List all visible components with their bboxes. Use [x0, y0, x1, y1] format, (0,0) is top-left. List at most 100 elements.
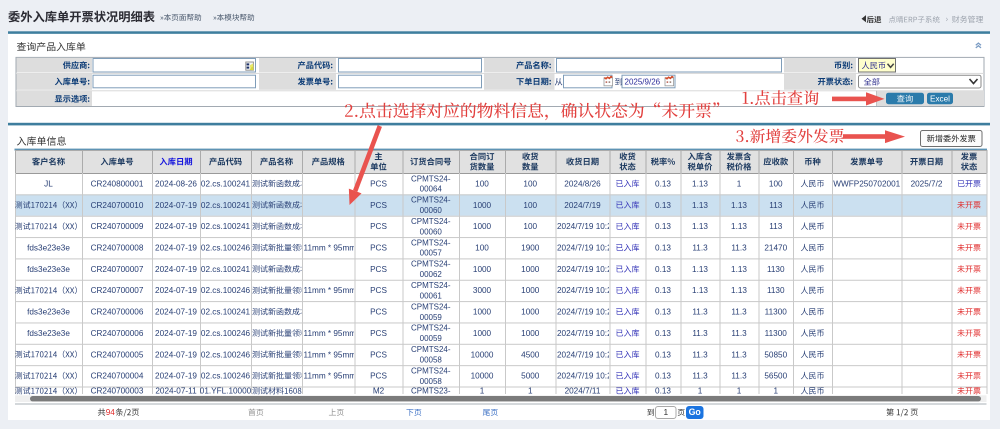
svg-text:02.cs.100241: 02.cs.100241: [201, 308, 251, 317]
svg-text:1000: 1000: [473, 201, 492, 210]
svg-text:11mm * 95mm: 11mm * 95mm: [304, 329, 357, 338]
svg-text:0.13: 0.13: [655, 386, 671, 395]
svg-text:1: 1: [737, 386, 742, 395]
svg-text:4500: 4500: [521, 350, 540, 359]
svg-text:M2: M2: [373, 386, 385, 395]
svg-text:21470: 21470: [764, 244, 787, 253]
svg-text:CR240700010: CR240700010: [91, 201, 144, 210]
svg-text:0.13: 0.13: [655, 350, 671, 359]
svg-text:02.cs.100246: 02.cs.100246: [201, 372, 251, 381]
svg-text:00058: 00058: [420, 355, 443, 364]
svg-text:94: 94: [106, 408, 116, 417]
svg-text:11.3: 11.3: [731, 329, 747, 338]
svg-text:11.3: 11.3: [692, 329, 708, 338]
svg-text:02.cs.100246: 02.cs.100246: [201, 329, 251, 338]
svg-text:CR240700003: CR240700003: [91, 386, 144, 395]
svg-text:CPMTS24-: CPMTS24-: [411, 196, 451, 205]
svg-text:0.13: 0.13: [655, 329, 671, 338]
svg-text:11.3: 11.3: [692, 372, 708, 381]
svg-text:11300: 11300: [765, 329, 788, 338]
svg-text:2024-07-19: 2024-07-19: [155, 329, 197, 338]
svg-text:CR240700005: CR240700005: [91, 350, 144, 359]
svg-text:0.13: 0.13: [655, 372, 671, 381]
svg-text:100: 100: [769, 179, 783, 188]
svg-text:PCS: PCS: [370, 179, 387, 188]
svg-text:1000: 1000: [521, 308, 540, 317]
svg-text:00062: 00062: [420, 270, 443, 279]
svg-text:1: 1: [773, 386, 778, 395]
svg-text:PCS: PCS: [370, 201, 387, 210]
svg-text:11.3: 11.3: [731, 308, 747, 317]
svg-text:2024-07-19: 2024-07-19: [155, 201, 197, 210]
svg-text:1.13: 1.13: [731, 201, 747, 210]
svg-text:2024-07-19: 2024-07-19: [155, 286, 197, 295]
svg-text:2024-07-11: 2024-07-11: [155, 386, 197, 395]
svg-text:1: 1: [737, 179, 742, 188]
svg-text:1.13: 1.13: [692, 201, 708, 210]
svg-text:1130: 1130: [767, 265, 785, 274]
svg-text:100: 100: [523, 201, 537, 210]
svg-text:0.13: 0.13: [655, 308, 671, 317]
svg-text:1000: 1000: [521, 329, 540, 338]
svg-text:PCS: PCS: [370, 265, 387, 274]
svg-text:2024/7/19 10:2: 2024/7/19 10:2: [557, 350, 612, 359]
svg-text:1.13: 1.13: [692, 179, 708, 188]
svg-text:CPMTS24-: CPMTS24-: [411, 260, 451, 269]
svg-text:02.cs.100241: 02.cs.100241: [201, 179, 251, 188]
svg-text:CR240700006: CR240700006: [91, 308, 144, 317]
svg-text:1000: 1000: [521, 286, 540, 295]
svg-text:PCS: PCS: [370, 350, 387, 359]
svg-text:2024-07-19: 2024-07-19: [155, 372, 197, 381]
svg-text:fds3e23e3e: fds3e23e3e: [27, 244, 70, 253]
svg-text:2024-07-19: 2024-07-19: [155, 350, 197, 359]
svg-text:PCS: PCS: [370, 286, 387, 295]
svg-text:2024-08-26: 2024-08-26: [155, 179, 197, 188]
svg-text:02.cs.100246: 02.cs.100246: [201, 244, 251, 253]
svg-text:2024/7/11: 2024/7/11: [565, 386, 601, 395]
svg-text:2024/8/26: 2024/8/26: [564, 179, 601, 188]
svg-text:00059: 00059: [420, 334, 443, 343]
svg-text:PCS: PCS: [370, 372, 387, 381]
svg-text:WWFP250702001: WWFP250702001: [833, 179, 900, 188]
svg-text:5000: 5000: [521, 372, 540, 381]
svg-text:CR240700007: CR240700007: [91, 265, 144, 274]
svg-text:1000: 1000: [473, 308, 492, 317]
svg-text:1: 1: [480, 386, 485, 395]
svg-text:113: 113: [769, 222, 782, 231]
svg-text:00060: 00060: [420, 206, 443, 215]
svg-text:100: 100: [523, 179, 537, 188]
svg-text:2024/7/19 10:2: 2024/7/19 10:2: [557, 286, 612, 295]
svg-text:11mm * 95mm: 11mm * 95mm: [304, 286, 357, 295]
svg-text:CPMTS24-: CPMTS24-: [411, 174, 451, 183]
svg-text:1900: 1900: [521, 244, 540, 253]
svg-text:2024/7/19 10:2: 2024/7/19 10:2: [557, 244, 612, 253]
svg-text:CR240700004: CR240700004: [91, 372, 144, 381]
svg-text:3000: 3000: [473, 286, 492, 295]
svg-text:CPMTS24-: CPMTS24-: [411, 345, 451, 354]
svg-text:0.13: 0.13: [655, 265, 671, 274]
svg-text:1.13: 1.13: [731, 265, 747, 274]
svg-text:00057: 00057: [420, 249, 443, 258]
svg-text:CR240700007: CR240700007: [91, 286, 144, 295]
svg-text:1: 1: [528, 386, 533, 395]
svg-text:CPMTS24-: CPMTS24-: [411, 281, 451, 290]
svg-text:02.cs.100241: 02.cs.100241: [201, 201, 251, 210]
svg-text:1130: 1130: [767, 286, 785, 295]
svg-text:2024/7/19: 2024/7/19: [564, 201, 601, 210]
svg-text:2025/7/2: 2025/7/2: [911, 179, 943, 188]
svg-text:1000: 1000: [473, 329, 492, 338]
svg-text:1.13: 1.13: [692, 265, 708, 274]
svg-text:1.13: 1.13: [731, 222, 747, 231]
svg-text:2024/7/19 10:2: 2024/7/19 10:2: [557, 329, 612, 338]
svg-text:2024/7/19 10:2: 2024/7/19 10:2: [557, 222, 612, 231]
svg-text:02.cs.100246: 02.cs.100246: [201, 350, 251, 359]
svg-text:00060: 00060: [420, 227, 443, 236]
svg-text:2024-07-19: 2024-07-19: [155, 244, 197, 253]
svg-text:CPMTS24-: CPMTS24-: [411, 217, 451, 226]
svg-text:100: 100: [475, 244, 489, 253]
svg-text:CPMTS24-: CPMTS24-: [411, 366, 451, 375]
svg-text:0.13: 0.13: [655, 179, 671, 188]
svg-text:11.3: 11.3: [692, 350, 708, 359]
svg-text:CR240700009: CR240700009: [91, 222, 144, 231]
svg-text:PCS: PCS: [370, 222, 387, 231]
